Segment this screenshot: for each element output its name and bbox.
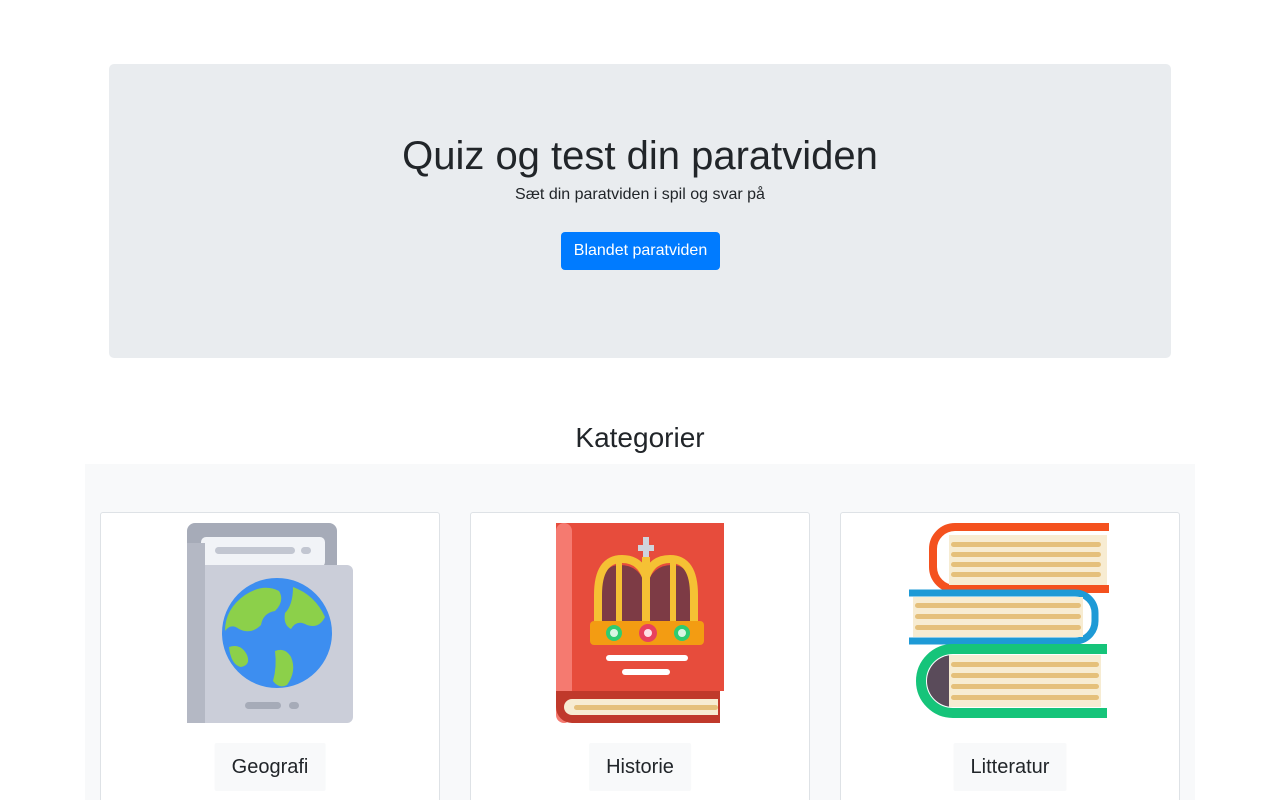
crown-book-icon	[556, 523, 724, 723]
category-card-geografi[interactable]: Geografi	[100, 512, 440, 800]
hero-subtitle: Sæt din paratviden i spil og svar på	[515, 186, 765, 203]
category-button-historie[interactable]: Historie	[589, 743, 691, 791]
category-card-litteratur[interactable]: Litteratur	[840, 512, 1180, 800]
categories-heading: Kategorier	[575, 422, 705, 453]
book-stack-icon	[909, 523, 1109, 718]
globe-book-icon	[187, 523, 353, 723]
category-card-historie[interactable]: Historie	[470, 512, 810, 800]
category-button-geografi[interactable]: Geografi	[214, 743, 326, 791]
hero-jumbotron: Quiz og test din paratviden Sæt din para…	[109, 64, 1171, 358]
category-button-litteratur[interactable]: Litteratur	[953, 743, 1067, 791]
page-title: Quiz og test din paratviden	[402, 134, 878, 178]
categories-section: Geografi Historie Litteratur	[85, 464, 1195, 800]
mixed-quiz-button[interactable]: Blandet paratviden	[561, 232, 720, 270]
